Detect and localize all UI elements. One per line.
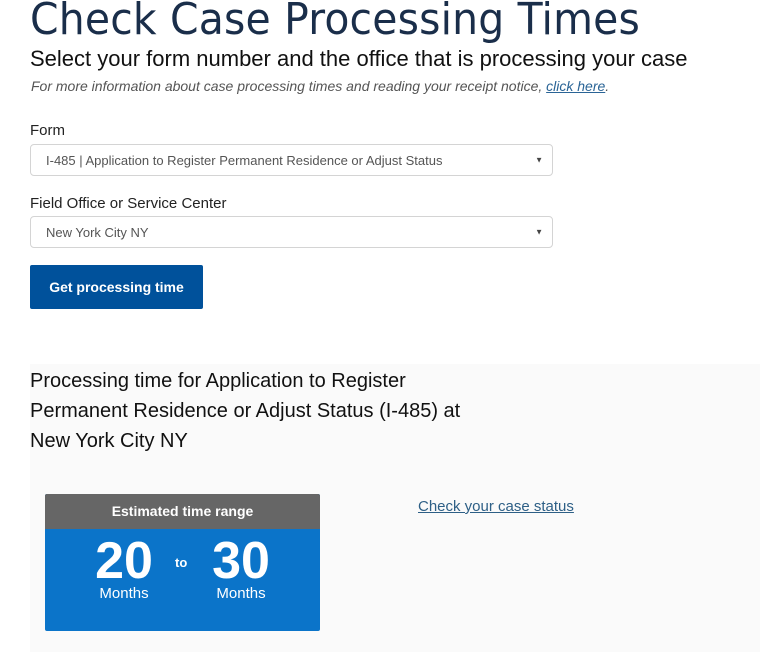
office-select-value: New York City NY: [46, 224, 149, 240]
check-case-status-link[interactable]: Check your case status: [418, 498, 574, 515]
info-text: For more information about case processi…: [31, 78, 609, 94]
page-title: Check Case Processing Times: [30, 0, 641, 45]
high-estimate: 30 Months: [196, 533, 286, 602]
estimate-card-title: Estimated time range: [45, 494, 320, 529]
office-label: Field Office or Service Center: [30, 195, 227, 212]
range-separator: to: [175, 555, 188, 570]
low-estimate-unit: Months: [99, 585, 149, 602]
estimate-card: Estimated time range 20 Months to 30 Mon…: [45, 494, 320, 631]
low-estimate: 20 Months: [79, 533, 169, 602]
page-subtitle: Select your form number and the office t…: [30, 46, 688, 71]
high-estimate-value: 30: [212, 532, 270, 590]
form-label: Form: [30, 122, 65, 139]
chevron-down-icon: ▼: [535, 227, 543, 237]
high-estimate-unit: Months: [216, 585, 266, 602]
estimate-card-body: 20 Months to 30 Months: [45, 529, 320, 631]
form-select[interactable]: I-485 | Application to Register Permanen…: [30, 144, 553, 176]
form-select-value: I-485 | Application to Register Permanen…: [46, 152, 443, 168]
click-here-link[interactable]: click here: [546, 78, 605, 94]
low-estimate-value: 20: [95, 532, 153, 590]
get-processing-time-button[interactable]: Get processing time: [30, 265, 203, 309]
result-heading: Processing time for Application to Regis…: [30, 370, 461, 452]
info-text-body: For more information about case processi…: [31, 78, 547, 94]
info-text-suffix: .: [605, 78, 610, 94]
office-select[interactable]: New York City NY ▼: [30, 216, 553, 248]
chevron-down-icon: ▼: [535, 155, 543, 165]
